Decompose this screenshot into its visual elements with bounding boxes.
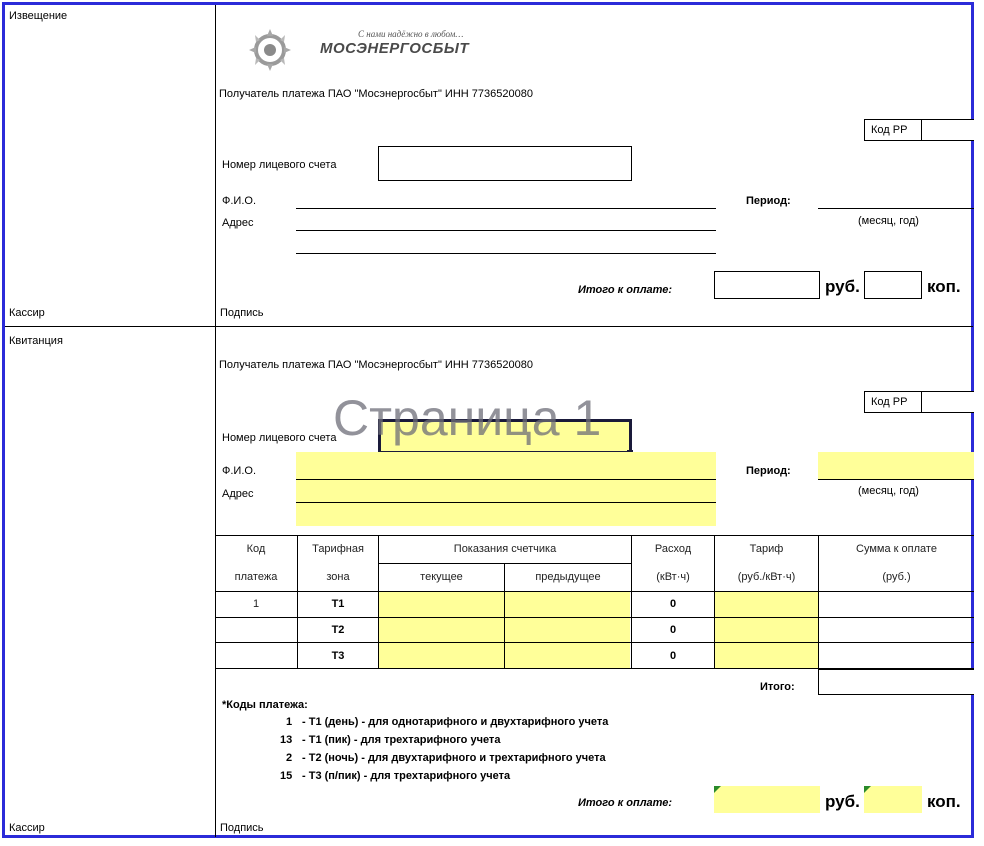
notice-kop-label: коп.	[927, 277, 961, 296]
notice-period-hint: (месяц, год)	[858, 215, 919, 227]
t3-previous-input[interactable]	[505, 643, 630, 668]
t2-tariff-input[interactable]	[715, 618, 818, 642]
receipt-total-rub-input[interactable]	[714, 786, 820, 813]
codes-item-1-text: - Т1 (день) - для однотарифного и двухта…	[302, 716, 609, 728]
row2-usage: 0	[669, 624, 677, 636]
notice-kod-rr-label: Код РР	[871, 124, 908, 136]
left-column-divider	[215, 5, 216, 837]
t3-tariff-input[interactable]	[715, 643, 818, 668]
t1-current-input[interactable]	[379, 592, 504, 617]
receipt-period-hint: (месяц, год)	[858, 485, 919, 497]
t2-previous-input[interactable]	[505, 618, 630, 642]
table-top-border	[215, 535, 974, 536]
row2-zone: Т2	[331, 624, 345, 636]
notice-address-line-2[interactable]	[296, 253, 716, 254]
receipt-total-kop-input[interactable]	[864, 786, 922, 813]
notice-recipient: Получатель платежа ПАО "Мосэнергосбыт" И…	[219, 88, 533, 100]
receipt-fio-input[interactable]	[296, 452, 716, 479]
page-watermark: Страница 1	[333, 390, 602, 446]
notice-cashier: Кассир	[9, 307, 45, 319]
th-usage-2: (кВт·ч)	[656, 571, 690, 583]
notice-total-kop-input[interactable]	[864, 271, 922, 299]
table-itogo-value[interactable]	[818, 669, 974, 695]
receipt-signature: Подпись	[220, 822, 264, 834]
codes-item-3-text: - Т2 (ночь) - для двухтарифного и трехта…	[302, 752, 606, 764]
notice-account-input[interactable]	[378, 146, 632, 181]
th-code-2: платежа	[234, 571, 278, 583]
section-divider	[5, 326, 973, 327]
codes-item-2-text: - Т1 (пик) - для трехтарифного учета	[302, 734, 501, 746]
receipt-address-input-1[interactable]	[296, 480, 716, 502]
table-itogo-label: Итого:	[760, 681, 795, 693]
notice-fio-line[interactable]	[296, 208, 716, 209]
t1-tariff-input[interactable]	[715, 592, 818, 617]
notice-address-label: Адрес	[222, 217, 254, 229]
codes-item-2-num: 13	[280, 734, 293, 746]
receipt-period-input[interactable]	[818, 452, 974, 479]
th-zone-2: зона	[326, 571, 350, 583]
table-subheader-line	[379, 563, 631, 564]
notice-rub-label: руб.	[825, 277, 860, 296]
row1-usage: 0	[669, 598, 677, 610]
table-row2-bottom	[215, 642, 974, 643]
receipt-kop-label: коп.	[927, 792, 961, 811]
logo-text: МОСЭНЕРГОСБЫТ	[320, 40, 470, 57]
table-row1-bottom	[215, 617, 974, 618]
receipt-period-label: Период:	[746, 465, 791, 477]
receipt-label: Квитанция	[9, 335, 63, 347]
receipt-total-label: Итого к оплате:	[578, 797, 673, 809]
row3-usage: 0	[669, 650, 677, 662]
row1-zone: Т1	[331, 598, 345, 610]
row1-code: 1	[252, 598, 260, 610]
codes-title: *Коды платежа:	[222, 699, 308, 711]
notice-address-line-1[interactable]	[296, 230, 716, 231]
logo-emblem-icon	[249, 29, 291, 71]
notice-period-line[interactable]	[818, 208, 974, 209]
th-tariff-1: Тариф	[749, 543, 784, 555]
notice-fio-label: Ф.И.О.	[222, 195, 256, 207]
receipt-kod-rr-input[interactable]	[921, 391, 974, 413]
th-sum-1: Сумма к оплате	[856, 543, 937, 555]
logo-slogan: С нами надёжно в любом…	[358, 29, 464, 39]
th-readings: Показания счетчика	[453, 543, 557, 555]
receipt-fio-label: Ф.И.О.	[222, 465, 256, 477]
receipt-address-input-2[interactable]	[296, 503, 716, 526]
codes-item-3-num: 2	[286, 752, 293, 764]
th-sum-2: (руб.)	[882, 571, 911, 583]
th-code-1: Код	[246, 543, 266, 555]
rub-corner-marker	[714, 786, 721, 793]
notice-label: Извещение	[9, 10, 68, 22]
codes-item-4-num: 15	[280, 770, 293, 782]
t1-previous-input[interactable]	[505, 592, 630, 617]
notice-total-label: Итого к оплате:	[578, 284, 673, 296]
th-previous: предыдущее	[535, 571, 601, 583]
notice-kod-rr-input[interactable]	[921, 119, 974, 141]
table-header-bottom	[215, 591, 974, 592]
row3-zone: Т3	[331, 650, 345, 662]
codes-item-4-text: - Т3 (п/пик) - для трехтарифного учета	[302, 770, 511, 782]
th-tariff-2: (руб./кВт·ч)	[737, 571, 796, 583]
receipt-recipient: Получатель платежа ПАО "Мосэнергосбыт" И…	[219, 359, 533, 371]
receipt-rub-label: руб.	[825, 792, 860, 811]
receipt-address-label: Адрес	[222, 488, 254, 500]
notice-account-label: Номер лицевого счета	[222, 159, 337, 171]
notice-total-rub-input[interactable]	[714, 271, 820, 299]
receipt-period-line	[818, 479, 974, 480]
codes-item-1-num: 1	[286, 716, 293, 728]
t2-current-input[interactable]	[379, 618, 504, 642]
th-current: текущее	[420, 571, 463, 583]
receipt-kod-rr-label: Код РР	[871, 396, 908, 408]
mosenergosbyt-logo: С нами надёжно в любом… МОСЭНЕРГОСБЫТ	[240, 26, 505, 74]
receipt-cashier: Кассир	[9, 822, 45, 834]
th-usage-1: Расход	[654, 543, 692, 555]
kop-corner-marker	[864, 786, 871, 793]
notice-period-label: Период:	[746, 195, 791, 207]
receipt-account-label: Номер лицевого счета	[222, 432, 337, 444]
notice-signature: Подпись	[220, 307, 264, 319]
th-zone-1: Тарифная	[312, 543, 364, 555]
t3-current-input[interactable]	[379, 643, 504, 668]
